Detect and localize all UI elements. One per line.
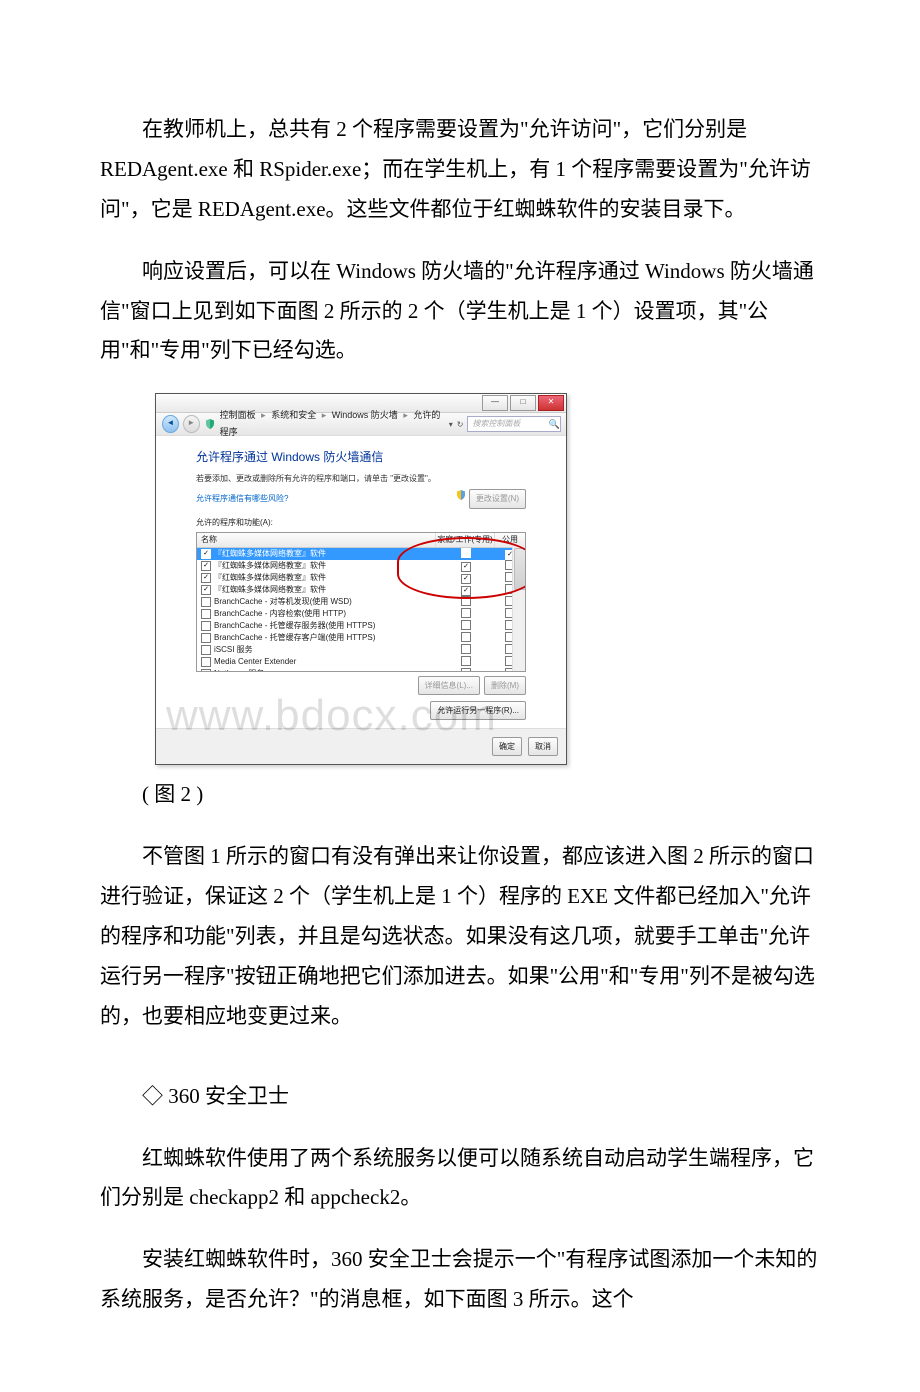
row-checkbox[interactable]: ✓ xyxy=(201,549,211,559)
chevron-icon: ▸ xyxy=(261,410,266,420)
firewall-dialog: — □ ✕ ◄ ► 控制面板 ▸ 系统和安全 ▸ Windows 防火墙 ▸ xyxy=(155,393,567,765)
table-row[interactable]: Media Center Extender xyxy=(197,656,525,668)
private-checkbox[interactable] xyxy=(461,668,471,672)
row-label: BranchCache - 托管缓存服务器(使用 HTTPS) xyxy=(214,620,375,632)
shield-icon xyxy=(204,418,216,430)
paragraph-4: 红蜘蛛软件使用了两个系统服务以便可以随系统自动启动学生端程序，它们分别是 che… xyxy=(100,1139,820,1219)
row-label: BranchCache - 对等机发现(使用 WSD) xyxy=(214,596,352,608)
row-label: iSCSI 服务 xyxy=(214,644,253,656)
row-label: Netlogon 服务 xyxy=(214,668,264,672)
table-row[interactable]: Netlogon 服务 xyxy=(197,668,525,672)
private-checkbox[interactable] xyxy=(461,620,471,630)
private-checkbox[interactable] xyxy=(461,596,471,606)
back-button[interactable]: ◄ xyxy=(162,415,179,433)
table-row[interactable]: BranchCache - 内容检索(使用 HTTP) xyxy=(197,608,525,620)
row-label: BranchCache - 托管缓存客户端(使用 HTTPS) xyxy=(214,632,375,644)
private-checkbox[interactable]: ✓ xyxy=(461,586,471,596)
private-checkbox[interactable]: ✓ xyxy=(461,562,471,572)
figure-2-caption: ( 图 2 ) xyxy=(100,775,820,815)
page-subtext: 若要添加、更改或删除所有允许的程序和端口，请单击 "更改设置"。 xyxy=(196,471,526,486)
scrollbar[interactable] xyxy=(512,547,525,671)
row-checkbox[interactable]: ✓ xyxy=(201,561,211,571)
row-label: 『红蜘蛛多媒体网络教室』软件 xyxy=(214,572,326,584)
allowed-programs-list[interactable]: 名称 家庭/工作(专用) 公用 ✓『红蜘蛛多媒体网络教室』软件✓✓『红蜘蛛多媒体… xyxy=(196,532,526,672)
page-heading: 允许程序通过 Windows 防火墙通信 xyxy=(196,446,526,469)
row-checkbox[interactable]: ✓ xyxy=(201,585,211,595)
navigation-bar: ◄ ► 控制面板 ▸ 系统和安全 ▸ Windows 防火墙 ▸ 允许的程序 ▾… xyxy=(156,413,566,436)
search-input[interactable]: 搜索控制面板 xyxy=(467,416,560,432)
list-header: 名称 家庭/工作(专用) 公用 xyxy=(197,533,525,548)
shield-icon xyxy=(455,489,467,501)
table-row[interactable]: ✓『红蜘蛛多媒体网络教室』软件✓ xyxy=(197,584,525,596)
private-checkbox[interactable] xyxy=(461,644,471,654)
remove-button[interactable]: 删除(M) xyxy=(484,676,526,695)
maximize-button[interactable]: □ xyxy=(510,395,536,411)
private-checkbox[interactable]: ✓ xyxy=(461,574,471,584)
private-checkbox[interactable] xyxy=(461,608,471,618)
paragraph-1: 在教师机上，总共有 2 个程序需要设置为"允许访问"，它们分别是 REDAgen… xyxy=(100,110,820,230)
row-checkbox[interactable] xyxy=(201,597,211,607)
paragraph-2: 响应设置后，可以在 Windows 防火墙的"允许程序通过 Windows 防火… xyxy=(100,252,820,372)
chevron-icon: ▸ xyxy=(322,410,327,420)
table-row[interactable]: ✓『红蜘蛛多媒体网络教室』软件✓ xyxy=(197,572,525,584)
allow-another-program-button[interactable]: 允许运行另一程序(R)... xyxy=(430,701,526,720)
column-public[interactable]: 公用 xyxy=(494,533,525,547)
row-checkbox[interactable] xyxy=(201,621,211,631)
row-label: 『红蜘蛛多媒体网络教室』软件 xyxy=(214,548,326,560)
section-heading-360: ◇ 360 安全卫士 xyxy=(100,1077,820,1117)
table-row[interactable]: BranchCache - 托管缓存服务器(使用 HTTPS) xyxy=(197,620,525,632)
table-row[interactable]: ✓『红蜘蛛多媒体网络教室』软件✓ xyxy=(197,548,525,560)
scrollbar-thumb[interactable] xyxy=(514,548,526,590)
row-label: 『红蜘蛛多媒体网络教室』软件 xyxy=(214,584,326,596)
change-settings-button[interactable]: 更改设置(N) xyxy=(469,489,526,508)
figure-2-screenshot: — □ ✕ ◄ ► 控制面板 ▸ 系统和安全 ▸ Windows 防火墙 ▸ xyxy=(155,393,820,765)
forward-button[interactable]: ► xyxy=(183,415,200,433)
row-label: Media Center Extender xyxy=(214,656,296,668)
risk-link[interactable]: 允许程序通信有哪些风险? xyxy=(196,491,288,506)
table-row[interactable]: BranchCache - 托管缓存客户端(使用 HTTPS) xyxy=(197,632,525,644)
close-button[interactable]: ✕ xyxy=(538,395,564,411)
row-checkbox[interactable] xyxy=(201,609,211,619)
chevron-icon: ▸ xyxy=(403,410,408,420)
table-row[interactable]: iSCSI 服务 xyxy=(197,644,525,656)
table-row[interactable]: BranchCache - 对等机发现(使用 WSD) xyxy=(197,596,525,608)
search-icon[interactable]: 🔍 xyxy=(549,416,560,433)
row-checkbox[interactable] xyxy=(201,633,211,643)
list-label: 允许的程序和功能(A): xyxy=(196,515,526,530)
column-private[interactable]: 家庭/工作(专用) xyxy=(435,533,494,547)
breadcrumb-root[interactable]: 控制面板 xyxy=(220,410,256,420)
row-label: 『红蜘蛛多媒体网络教室』软件 xyxy=(214,560,326,572)
dialog-footer: 确定 取消 xyxy=(156,728,566,764)
private-checkbox[interactable] xyxy=(461,656,471,666)
row-checkbox[interactable] xyxy=(201,645,211,655)
breadcrumb-firewall[interactable]: Windows 防火墙 xyxy=(332,410,398,420)
private-checkbox[interactable] xyxy=(461,548,471,558)
column-name[interactable]: 名称 xyxy=(197,533,435,547)
ok-button[interactable]: 确定 xyxy=(492,737,522,756)
paragraph-3: 不管图 1 所示的窗口有没有弹出来让你设置，都应该进入图 2 所示的窗口进行验证… xyxy=(100,837,820,1036)
breadcrumb-syssec[interactable]: 系统和安全 xyxy=(271,410,316,420)
paragraph-5: 安装红蜘蛛软件时，360 安全卫士会提示一个"有程序试图添加一个未知的系统服务，… xyxy=(100,1240,820,1320)
private-checkbox[interactable] xyxy=(461,632,471,642)
minimize-button[interactable]: — xyxy=(482,395,508,411)
cancel-button[interactable]: 取消 xyxy=(528,737,558,756)
row-label: BranchCache - 内容检索(使用 HTTP) xyxy=(214,608,346,620)
row-checkbox[interactable] xyxy=(201,657,211,667)
table-row[interactable]: ✓『红蜘蛛多媒体网络教室』软件✓ xyxy=(197,560,525,572)
row-checkbox[interactable] xyxy=(201,669,211,672)
row-checkbox[interactable]: ✓ xyxy=(201,573,211,583)
section-heading-text: ◇ 360 安全卫士 xyxy=(142,1084,289,1108)
details-button[interactable]: 详细信息(L)... xyxy=(418,676,480,695)
